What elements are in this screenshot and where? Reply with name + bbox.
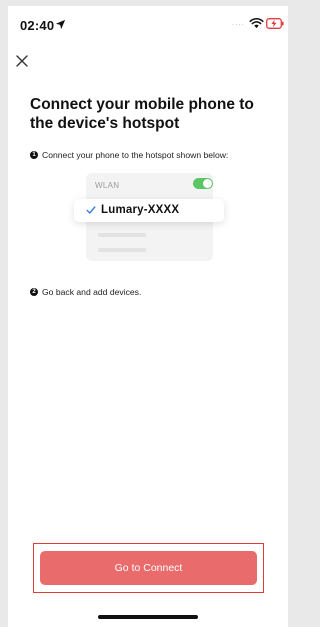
step-text: Connect your phone to the hotspot shown … xyxy=(42,150,229,160)
wlan-label: WLAN xyxy=(95,181,120,190)
go-to-connect-button[interactable]: Go to Connect xyxy=(40,551,257,585)
step-text: Go back and add devices. xyxy=(42,287,142,297)
step-1: 1 Connect your phone to the hotspot show… xyxy=(30,150,228,160)
wlan-toggle xyxy=(193,178,213,189)
step-number: 1 xyxy=(30,151,38,159)
close-icon[interactable] xyxy=(13,52,31,70)
network-name: Lumary-XXXX xyxy=(101,204,180,216)
location-arrow-icon xyxy=(55,19,66,30)
network-item-lumary[interactable]: Lumary-XXXX xyxy=(74,199,224,222)
battery-charging-icon xyxy=(266,18,284,29)
placeholder-line xyxy=(98,248,146,252)
home-indicator[interactable] xyxy=(98,615,198,619)
page-title: Connect your mobile phone to the device'… xyxy=(30,96,254,132)
status-time: 02:40 xyxy=(20,18,55,33)
step-number: 2 xyxy=(30,288,38,296)
status-bar: 02:40 .... xyxy=(8,6,288,42)
signal-icon: .... xyxy=(232,18,245,27)
phone-screen: 02:40 .... Connect your mobile phone to … xyxy=(8,6,288,627)
placeholder-line xyxy=(98,233,146,237)
step-2: 2 Go back and add devices. xyxy=(30,287,141,297)
check-icon xyxy=(86,206,96,214)
wifi-icon xyxy=(249,18,264,29)
